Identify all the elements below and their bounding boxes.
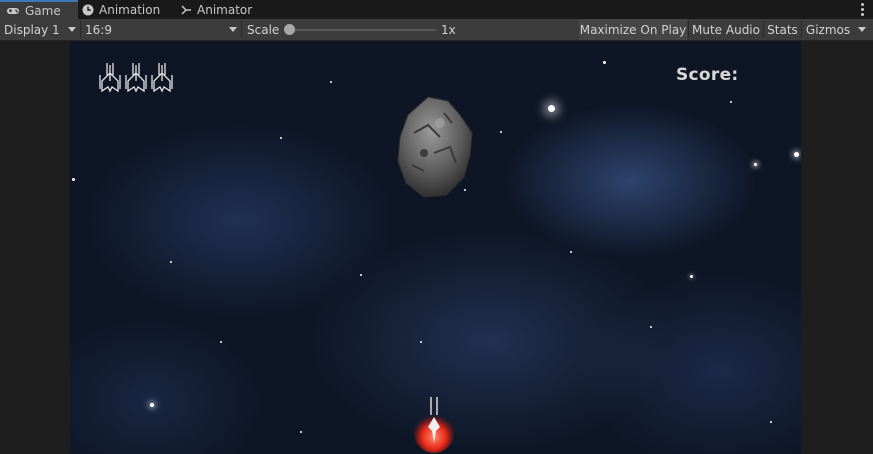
gizmos-toggle[interactable]: Gizmos [803,19,853,40]
mute-audio-toggle[interactable]: Mute Audio [690,19,762,40]
display-value: Display 1 [4,22,60,37]
star [603,61,606,64]
tab-game-label: Game [25,3,61,18]
chevron-down-icon [229,27,237,32]
game-viewport[interactable]: Score: [70,41,801,454]
tab-game[interactable]: Game [0,0,78,19]
star [548,105,555,112]
player-ship [414,397,454,453]
star [72,178,75,181]
divider [763,21,764,38]
chevron-down-icon [858,27,866,32]
game-view-toolbar: Display 1 16:9 Scale 1x Maximize On Play… [0,19,873,41]
divider [241,21,242,38]
star [280,137,282,139]
star [500,131,502,133]
star [754,163,757,166]
gizmos-menu-button[interactable] [853,19,871,40]
scale-label: Scale [247,22,280,37]
asteroid [397,96,473,198]
star [730,101,732,103]
life-ship-icon [99,63,121,93]
display-dropdown[interactable]: Display 1 [4,19,78,40]
divider [801,21,802,38]
tab-animator-label: Animator [197,2,253,17]
star [220,341,222,343]
animation-clock-icon [82,4,94,15]
gamepad-icon [7,7,19,14]
life-ship-icon [125,63,147,93]
life-ship-icon [151,63,173,93]
scale-slider-track[interactable] [292,29,436,31]
maximize-on-play-toggle[interactable]: Maximize On Play [579,19,687,40]
star [330,81,332,83]
scale-slider-handle[interactable] [284,24,295,35]
editor-tab-bar: Game Animation Animator [0,0,873,19]
lives-indicator [98,61,174,93]
star [650,326,652,328]
star [690,275,693,278]
tab-animation[interactable]: Animation [82,0,160,19]
star [420,341,422,343]
divider [80,21,81,38]
star [300,431,302,433]
star [360,274,362,276]
tab-animation-label: Animation [99,2,161,17]
tab-animator[interactable]: Animator [181,0,252,19]
chevron-down-icon [68,27,76,32]
animator-graph-icon [181,4,191,15]
star [150,403,154,407]
aspect-dropdown[interactable]: 16:9 [85,19,239,40]
aspect-value: 16:9 [85,22,112,37]
star [770,421,772,423]
divider [688,21,689,38]
star [170,261,172,263]
stats-toggle[interactable]: Stats [765,19,800,40]
more-options-icon[interactable] [857,1,867,17]
scale-value: 1x [441,22,456,37]
star [794,152,799,157]
star [570,251,572,253]
score-label: Score: [676,65,739,85]
